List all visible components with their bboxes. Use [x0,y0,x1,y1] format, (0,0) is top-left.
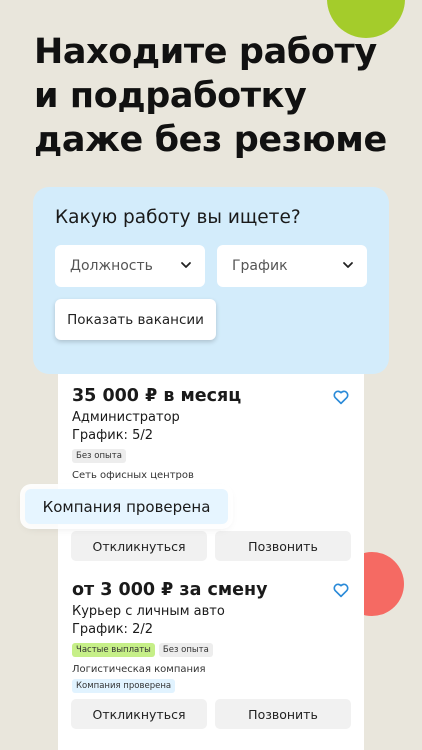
headline-line-3: даже без резюме [34,120,387,160]
vacancy-role: Курьер с личным авто [72,604,225,619]
position-select-value: Должность [70,258,153,274]
schedule-select-value: График [232,258,288,274]
vacancy-schedule: График: 2/2 [72,622,153,637]
vacancy-company: Логистическая компания [72,664,206,675]
chevron-down-icon [181,262,191,268]
headline-line-2: и подработку [34,76,307,116]
vacancy-schedule: График: 5/2 [72,428,153,443]
app-screen: Находите работу и подработку даже без ре… [0,0,422,750]
tag-frequent-payouts: Частые выплаты [72,643,155,657]
schedule-select[interactable]: График [217,245,367,287]
vacancy-tags: Частые выплаты Без опыта [72,643,352,657]
vacancy-badges: Компания проверена [72,679,352,693]
vacancy-company: Сеть офисных центров [72,470,194,481]
respond-button[interactable]: Откликнуться [71,531,207,561]
vacancy-card[interactable]: 35 000 ₽ в месяц Администратор График: 5… [72,386,352,481]
company-verified-tooltip: Компания проверена [25,489,228,524]
company-verified-badge: Компания проверена [72,679,176,693]
vacancy-card[interactable]: от 3 000 ₽ за смену Курьер с личным авто… [72,580,352,693]
vacancy-actions: Откликнуться Позвонить [71,699,351,729]
vacancy-salary: 35 000 ₽ в месяц [72,386,242,406]
respond-button[interactable]: Откликнуться [71,699,207,729]
search-panel: Какую работу вы ищете? Должность График … [33,187,389,374]
position-select[interactable]: Должность [55,245,205,287]
show-vacancies-button[interactable]: Показать вакансии [55,299,216,340]
call-button[interactable]: Позвонить [215,699,351,729]
search-title: Какую работу вы ищете? [55,207,301,228]
chevron-down-icon [343,262,353,268]
vacancy-role: Администратор [72,410,180,425]
vacancy-list: 35 000 ₽ в месяц Администратор График: 5… [58,362,364,750]
headline-line-1: Находите работу [34,32,377,72]
vacancy-actions: Откликнуться Позвонить [71,531,351,561]
call-button[interactable]: Позвонить [215,531,351,561]
vacancy-tags: Без опыта [72,449,352,463]
vacancy-salary: от 3 000 ₽ за смену [72,580,268,600]
tag-no-experience: Без опыта [72,449,126,463]
tag-no-experience: Без опыта [158,643,213,657]
promo-headline: Находите работу и подработку даже без ре… [34,30,404,162]
heart-outline-icon[interactable] [332,388,350,406]
heart-outline-icon[interactable] [332,581,350,599]
